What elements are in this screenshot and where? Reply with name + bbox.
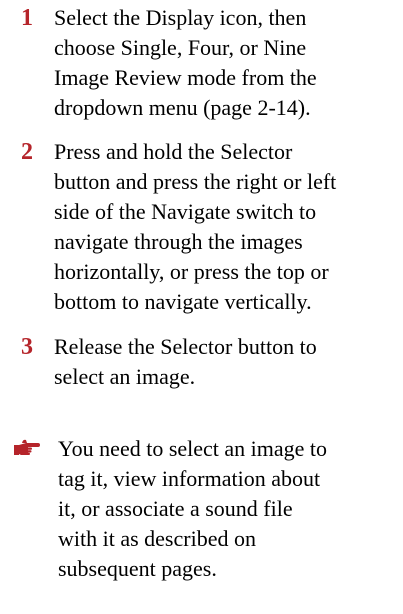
step-line: dropdown menu (page 2-14).: [54, 95, 311, 120]
step-line: select an image.: [54, 364, 196, 389]
step-line: horizontally, or press the top or: [54, 259, 329, 284]
step-line: Image Review mode from the: [54, 65, 317, 90]
step-text: Select the Display icon, then choose Sin…: [54, 3, 394, 123]
step-line: bottom to navigate vertically.: [54, 289, 312, 314]
step-text: Release the Selector button to select an…: [54, 332, 394, 392]
note-line: subsequent pages.: [58, 556, 217, 581]
note-line: it, or associate a sound file: [58, 496, 293, 521]
step-line: button and press the right or left: [54, 169, 337, 194]
step-line: choose Single, Four, or Nine: [54, 35, 307, 60]
step-line: side of the Navigate switch to: [54, 199, 317, 224]
step-line: Select the Display icon, then: [54, 5, 307, 30]
step-line: navigate through the images: [54, 229, 303, 254]
note-text: tag it, view information about it, or as…: [58, 464, 388, 584]
pointing-hand-icon: [14, 437, 40, 459]
step-text: Press and hold the Selector button and p…: [54, 137, 394, 317]
step-line: Release the Selector button to: [54, 334, 317, 359]
step-number: 1: [21, 5, 33, 31]
step-number: 3: [21, 334, 33, 360]
step-line: Press and hold the Selector: [54, 139, 293, 164]
note-line: tag it, view information about: [58, 466, 321, 491]
step-number: 2: [21, 139, 33, 165]
note-line: with it as described on: [58, 526, 256, 551]
note-first-line: You need to select an image to: [58, 436, 328, 461]
